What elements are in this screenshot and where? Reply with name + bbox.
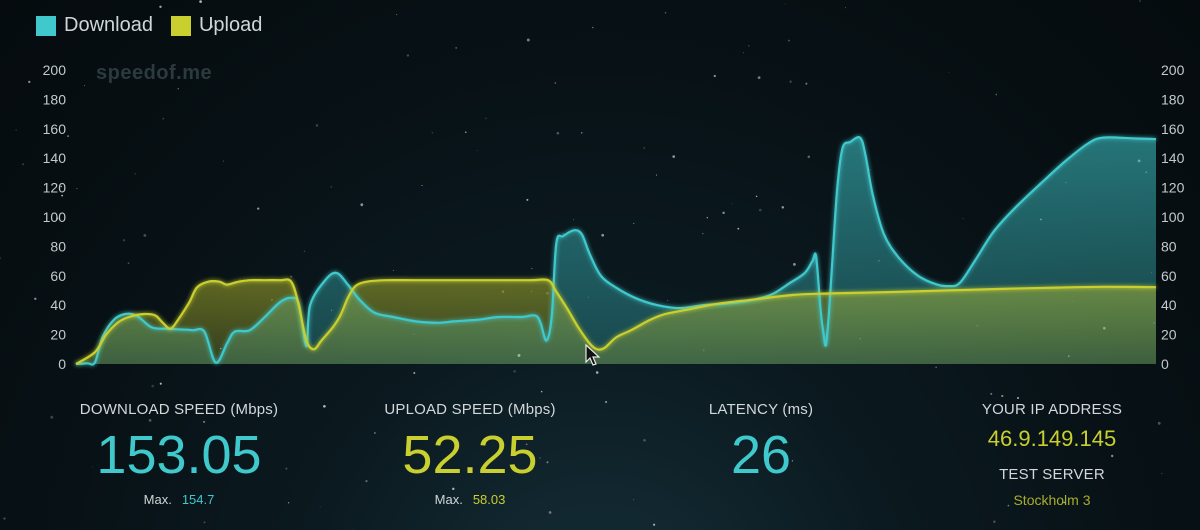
- y-tick-label-right: 0: [1161, 356, 1169, 372]
- y-tick-label-right: 20: [1161, 327, 1177, 343]
- star: [1139, 0, 1141, 2]
- star: [633, 499, 635, 501]
- download-speed-label: DOWNLOAD SPEED (Mbps): [79, 401, 279, 418]
- y-tick-label-left: 100: [43, 209, 67, 225]
- chart-legend: Download Upload: [36, 14, 270, 37]
- y-tick-label-left: 180: [43, 91, 67, 107]
- download-speed-panel: DOWNLOAD SPEED (Mbps) 153.05 Max. 154.7: [69, 401, 289, 507]
- star: [50, 415, 54, 419]
- star: [1161, 472, 1163, 475]
- star: [605, 400, 608, 404]
- y-tick-label-left: 20: [50, 327, 66, 343]
- star: [643, 438, 646, 442]
- upload-speed-panel: UPLOAD SPEED (Mbps) 52.25 Max. 58.03: [360, 401, 580, 507]
- ip-label: YOUR IP ADDRESS: [981, 401, 1123, 418]
- y-tick-label-left: 160: [43, 121, 67, 137]
- legend-item-upload[interactable]: Upload: [170, 14, 263, 37]
- star: [199, 0, 202, 3]
- star: [747, 44, 750, 47]
- star: [784, 3, 786, 5]
- star: [396, 14, 398, 16]
- download-speed-value: 153.05: [96, 425, 262, 485]
- star: [743, 52, 744, 54]
- y-tick-label-left: 80: [50, 238, 66, 254]
- star: [323, 404, 326, 408]
- y-tick-label-right: 120: [1161, 180, 1185, 196]
- star: [1001, 394, 1004, 398]
- legend-download-label: Download: [64, 14, 153, 36]
- upload-swatch: [170, 15, 191, 36]
- y-tick-label-left: 40: [50, 297, 66, 313]
- y-tick-label-right: 200: [1161, 62, 1185, 78]
- star: [664, 12, 667, 14]
- y-tick-label-right: 180: [1161, 91, 1185, 107]
- upload-max-label: Max.: [434, 492, 463, 507]
- star: [3, 517, 6, 520]
- mouse-cursor-icon: [585, 344, 601, 366]
- star: [319, 506, 321, 508]
- star: [352, 528, 354, 530]
- star: [540, 390, 543, 393]
- star: [159, 382, 162, 385]
- latency-label: LATENCY (ms): [708, 401, 814, 418]
- latency-value: 26: [730, 425, 792, 485]
- y-tick-label-right: 160: [1161, 121, 1185, 137]
- star: [1157, 421, 1161, 425]
- test-server-value: Stockholm 3: [1013, 492, 1091, 508]
- y-tick-label-left: 60: [50, 268, 66, 284]
- star: [592, 26, 594, 29]
- y-tick-label-left: 0: [58, 356, 66, 372]
- legend-item-download[interactable]: Download: [36, 14, 153, 37]
- upload-max-value: 58.03: [472, 492, 506, 507]
- speed-chart: 0 0 20 20 40 40 60 60 80 80 100 100 120 120 140 140 160 1…: [43, 62, 1185, 372]
- y-tick-label-left: 200: [43, 62, 67, 78]
- legend-upload-label: Upload: [198, 14, 263, 36]
- y-tick-label-right: 80: [1161, 238, 1177, 254]
- upload-speed-value: 52.25: [402, 425, 538, 485]
- star: [993, 520, 996, 524]
- y-tick-label-right: 40: [1161, 297, 1177, 313]
- ip-panel: YOUR IP ADDRESS 46.9.149.145 TEST SERVER…: [952, 401, 1152, 508]
- star: [455, 46, 458, 49]
- y-tick-label-right: 140: [1161, 150, 1185, 166]
- star: [787, 39, 790, 42]
- star: [990, 392, 993, 395]
- star: [151, 384, 155, 388]
- star: [844, 7, 846, 9]
- y-tick-label-left: 140: [43, 150, 67, 166]
- upload-speed-label: UPLOAD SPEED (Mbps): [384, 401, 556, 418]
- download-max: Max. 154.7: [69, 492, 289, 507]
- download-max-value: 154.7: [181, 492, 215, 507]
- upload-max: Max. 58.03: [360, 492, 580, 507]
- star: [203, 521, 206, 524]
- y-tick-label-right: 100: [1161, 209, 1185, 225]
- test-server-label: TEST SERVER: [999, 466, 1105, 483]
- latency-panel: LATENCY (ms) 26: [661, 401, 861, 482]
- ip-value: 46.9.149.145: [987, 426, 1117, 451]
- y-tick-label-right: 60: [1161, 268, 1177, 284]
- download-max-label: Max.: [143, 492, 172, 507]
- star: [1016, 396, 1020, 400]
- y-tick-label-left: 120: [43, 180, 67, 196]
- star: [548, 511, 552, 514]
- star: [159, 5, 162, 9]
- download-swatch: [36, 15, 56, 36]
- star: [653, 523, 656, 526]
- star: [526, 38, 530, 42]
